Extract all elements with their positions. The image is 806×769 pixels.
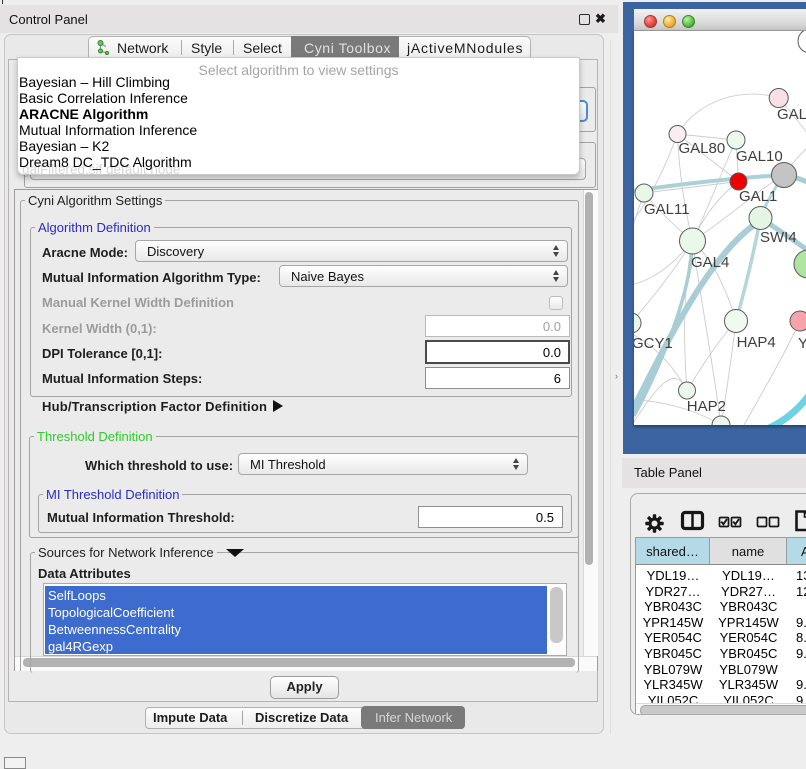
svg-text:GAL4: GAL4 (691, 254, 729, 271)
svg-text:Y: Y (798, 335, 806, 352)
svg-text:GAL2: GAL2 (777, 106, 806, 123)
svg-text:HAP2: HAP2 (687, 398, 726, 415)
svg-text:SWI4: SWI4 (760, 229, 797, 246)
svg-text:GAL11: GAL11 (644, 201, 690, 218)
svg-text:GCY1: GCY1 (634, 335, 673, 352)
svg-text:GAL1: GAL1 (739, 188, 777, 205)
svg-text:GAL80: GAL80 (679, 140, 726, 157)
svg-text:HAP4: HAP4 (737, 334, 776, 351)
svg-text:GAL10: GAL10 (736, 148, 783, 165)
